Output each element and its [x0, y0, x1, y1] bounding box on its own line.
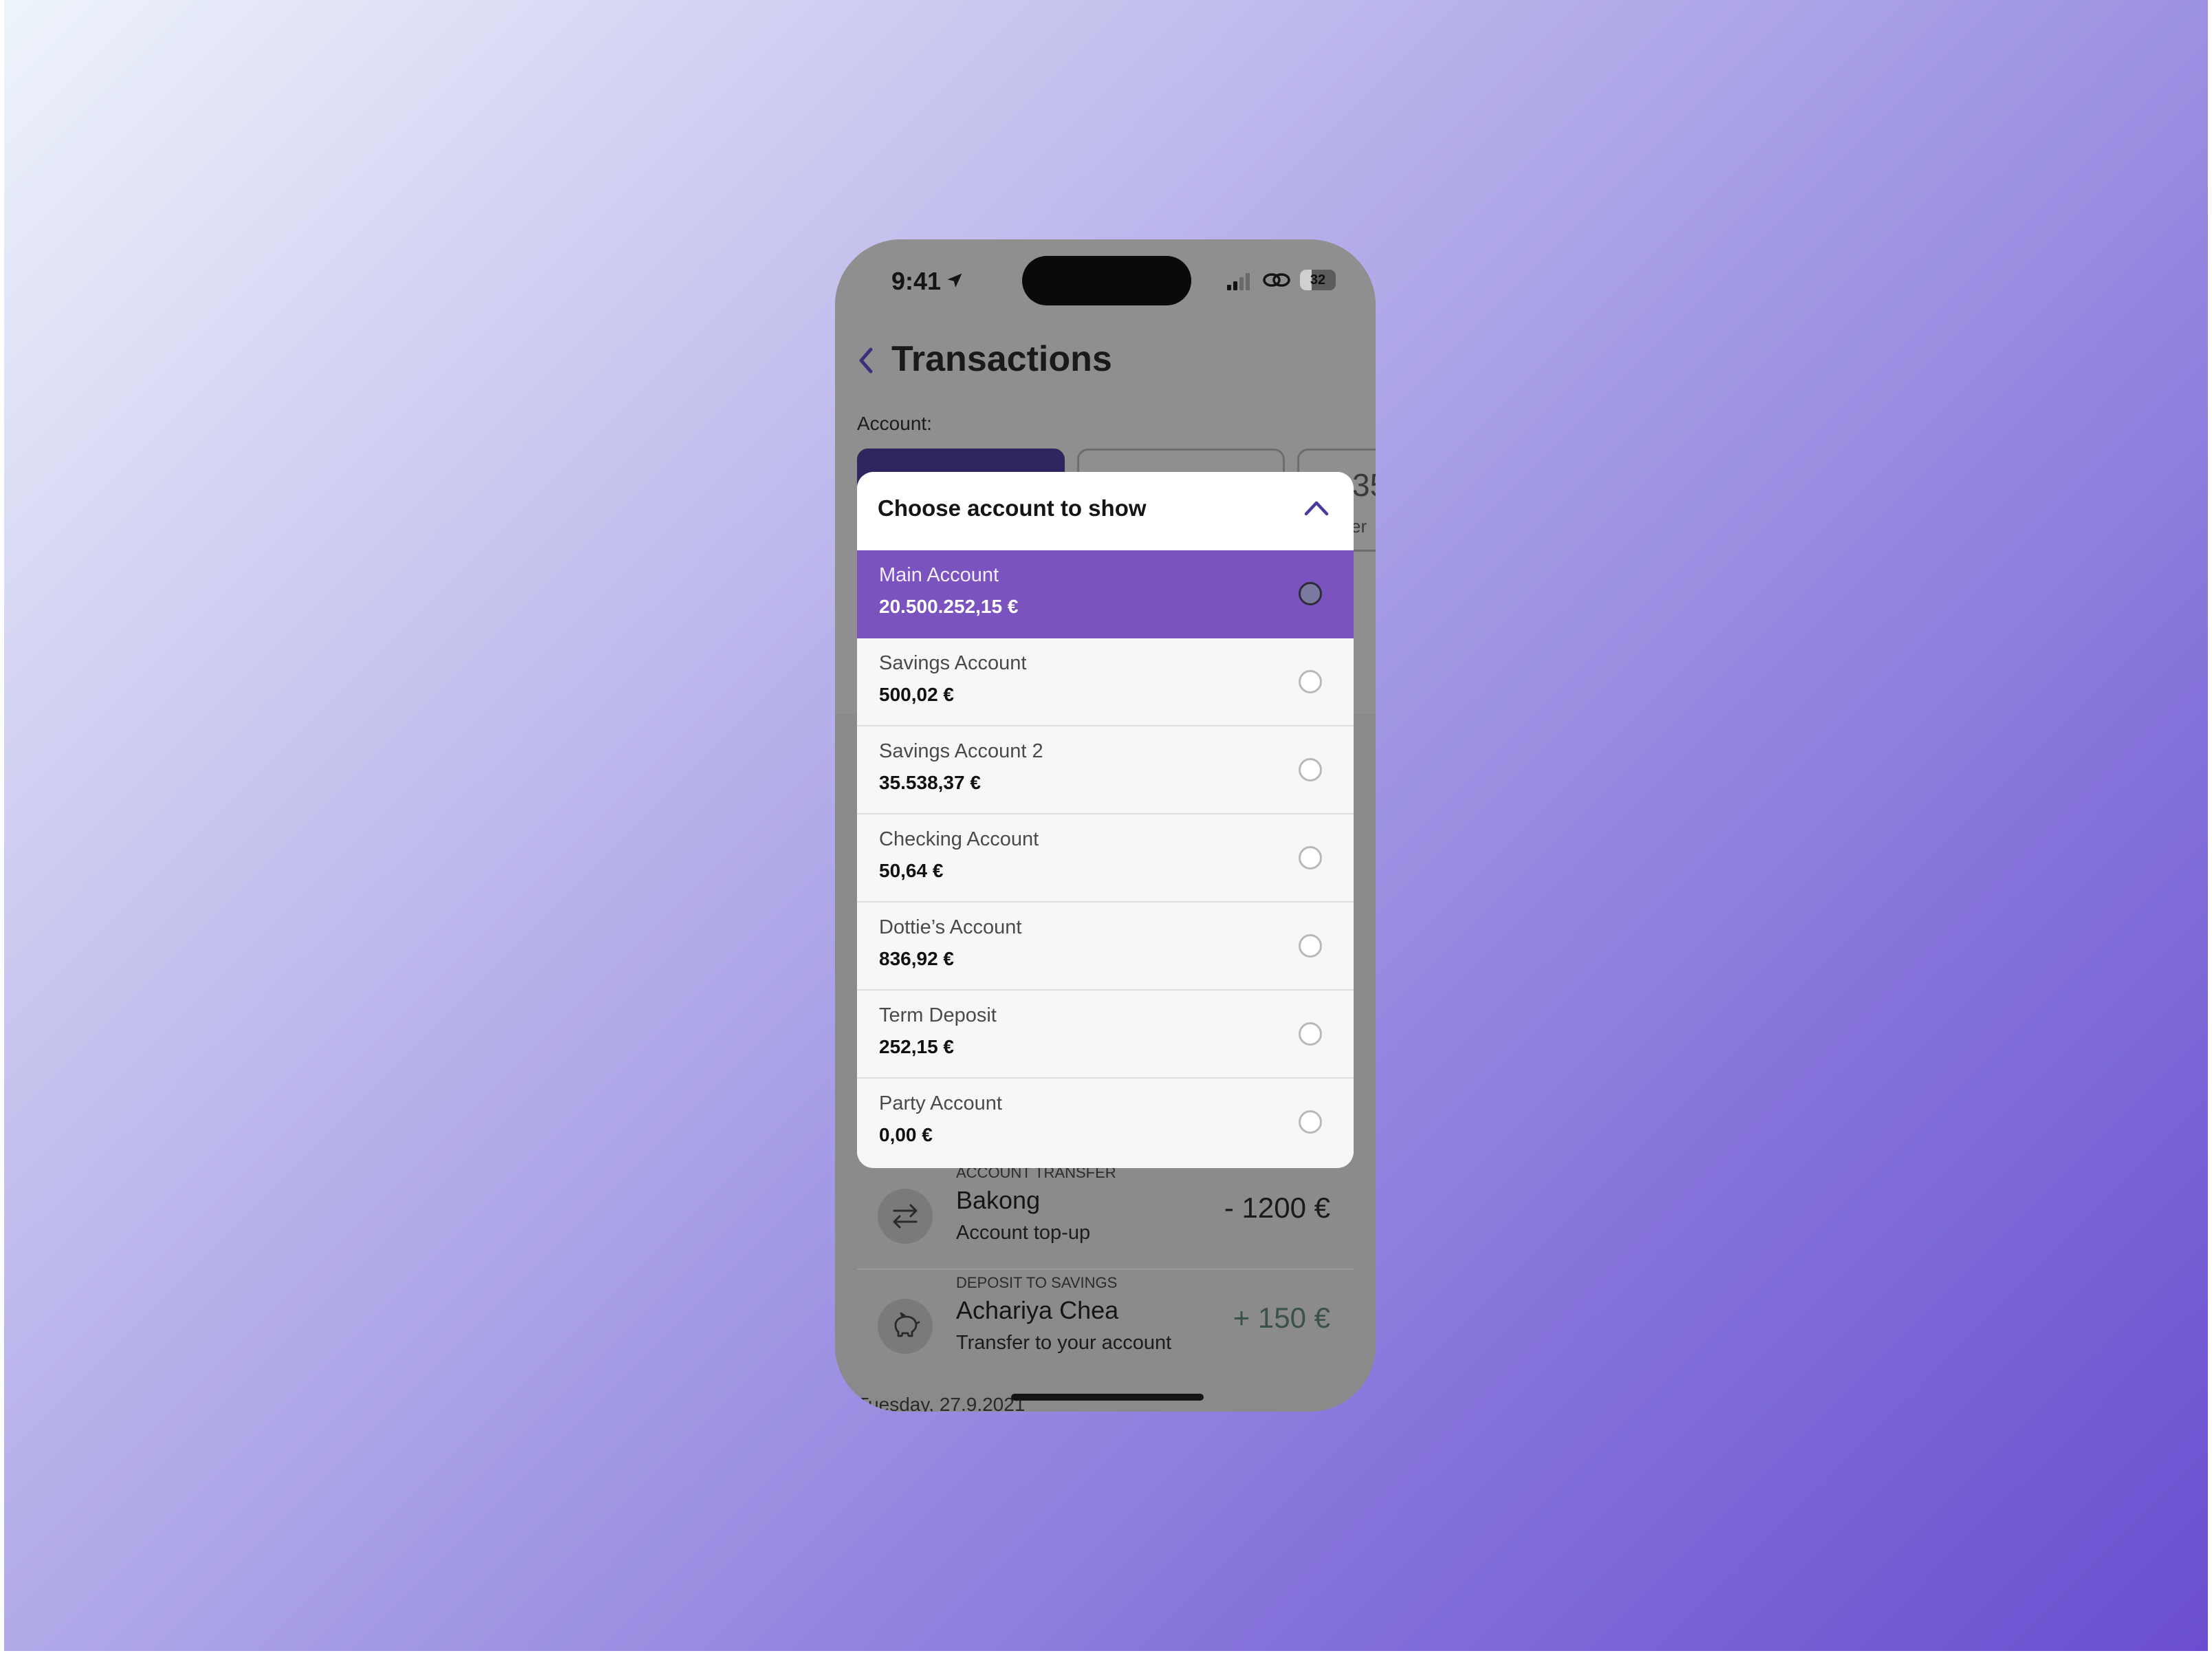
account-option-savings-2[interactable]: Savings Account 2 35.538,37 €: [857, 726, 1354, 814]
dropdown-header[interactable]: Choose account to show: [857, 472, 1354, 550]
account-label: Account:: [857, 413, 932, 434]
transaction-description: Transfer to your account: [956, 1332, 1172, 1354]
radio-button[interactable]: [1299, 934, 1322, 958]
transaction-row[interactable]: Account transfer Bakong Account top-up -…: [857, 1161, 1354, 1270]
account-option-main[interactable]: Main Account 20.500.252,15 €: [857, 550, 1354, 638]
date-group-label: Tuesday, 27.9.2021: [857, 1394, 1026, 1412]
location-arrow-icon: [947, 273, 962, 288]
account-option-name: Party Account: [879, 1092, 1002, 1114]
battery-icon: 32: [1300, 270, 1336, 290]
transaction-name: Bakong: [956, 1186, 1041, 1214]
chevron-up-icon[interactable]: [1303, 498, 1330, 517]
transaction-amount: - 1200 €: [1224, 1191, 1330, 1224]
account-option-amount: 0,00 €: [879, 1124, 933, 1145]
account-option-name: Checking Account: [879, 828, 1039, 850]
radio-button[interactable]: [1299, 1110, 1322, 1134]
transaction-row[interactable]: Deposit to savings Achariya Chea Transfe…: [857, 1271, 1354, 1380]
account-option-amount: 20.500.252,15 €: [879, 596, 1019, 617]
account-option-amount: 500,02 €: [879, 684, 954, 705]
cellular-signal-icon: [1227, 273, 1250, 290]
account-option-dottie[interactable]: Dottie’s Account 836,92 €: [857, 903, 1354, 991]
transaction-icon-circle: [878, 1189, 933, 1244]
back-chevron-icon[interactable]: [856, 345, 875, 376]
account-option-name: Main Account: [879, 564, 999, 586]
account-card-peek-amount: 35: [1352, 467, 1376, 503]
account-option-amount: 836,92 €: [879, 948, 954, 969]
account-option-party[interactable]: Party Account 0,00 €: [857, 1079, 1354, 1167]
link-icon: [1263, 273, 1290, 287]
status-time: 9:41: [891, 267, 942, 295]
account-option-savings[interactable]: Savings Account 500,02 €: [857, 638, 1354, 726]
radio-button[interactable]: [1299, 758, 1322, 781]
transaction-description: Account top-up: [956, 1222, 1091, 1244]
phone-frame: 9:41 32 Transactions Account: 35 er: [835, 239, 1376, 1412]
radio-button[interactable]: [1299, 670, 1322, 693]
page-title: Transactions: [891, 339, 1112, 379]
account-option-name: Savings Account: [879, 652, 1027, 674]
home-indicator[interactable]: [1011, 1394, 1204, 1401]
account-dropdown: Choose account to show Main Account 20.5…: [857, 472, 1354, 1168]
status-bar: 9:41 32: [835, 239, 1376, 322]
transaction-list: Account transfer Bakong Account top-up -…: [857, 1161, 1354, 1380]
radio-button[interactable]: [1299, 582, 1322, 605]
transfer-icon: [893, 1204, 918, 1229]
dropdown-title: Choose account to show: [878, 495, 1147, 521]
transaction-amount: + 150 €: [1233, 1302, 1330, 1334]
account-option-name: Term Deposit: [879, 1004, 997, 1026]
piggy-bank-icon: [894, 1312, 920, 1337]
dynamic-island: [1022, 256, 1191, 305]
account-option-amount: 50,64 €: [879, 860, 944, 881]
transaction-name: Achariya Chea: [956, 1296, 1119, 1324]
transaction-icon-circle: [878, 1299, 933, 1354]
radio-button[interactable]: [1299, 1022, 1322, 1046]
radio-button[interactable]: [1299, 846, 1322, 870]
transaction-category: Deposit to savings: [956, 1274, 1118, 1291]
account-option-amount: 35.538,37 €: [879, 772, 981, 793]
battery-percent: 32: [1310, 272, 1326, 288]
account-option-checking[interactable]: Checking Account 50,64 €: [857, 814, 1354, 903]
account-option-name: Dottie’s Account: [879, 916, 1022, 938]
account-option-amount: 252,15 €: [879, 1036, 954, 1057]
account-option-name: Savings Account 2: [879, 740, 1043, 762]
account-option-term-deposit[interactable]: Term Deposit 252,15 €: [857, 991, 1354, 1079]
